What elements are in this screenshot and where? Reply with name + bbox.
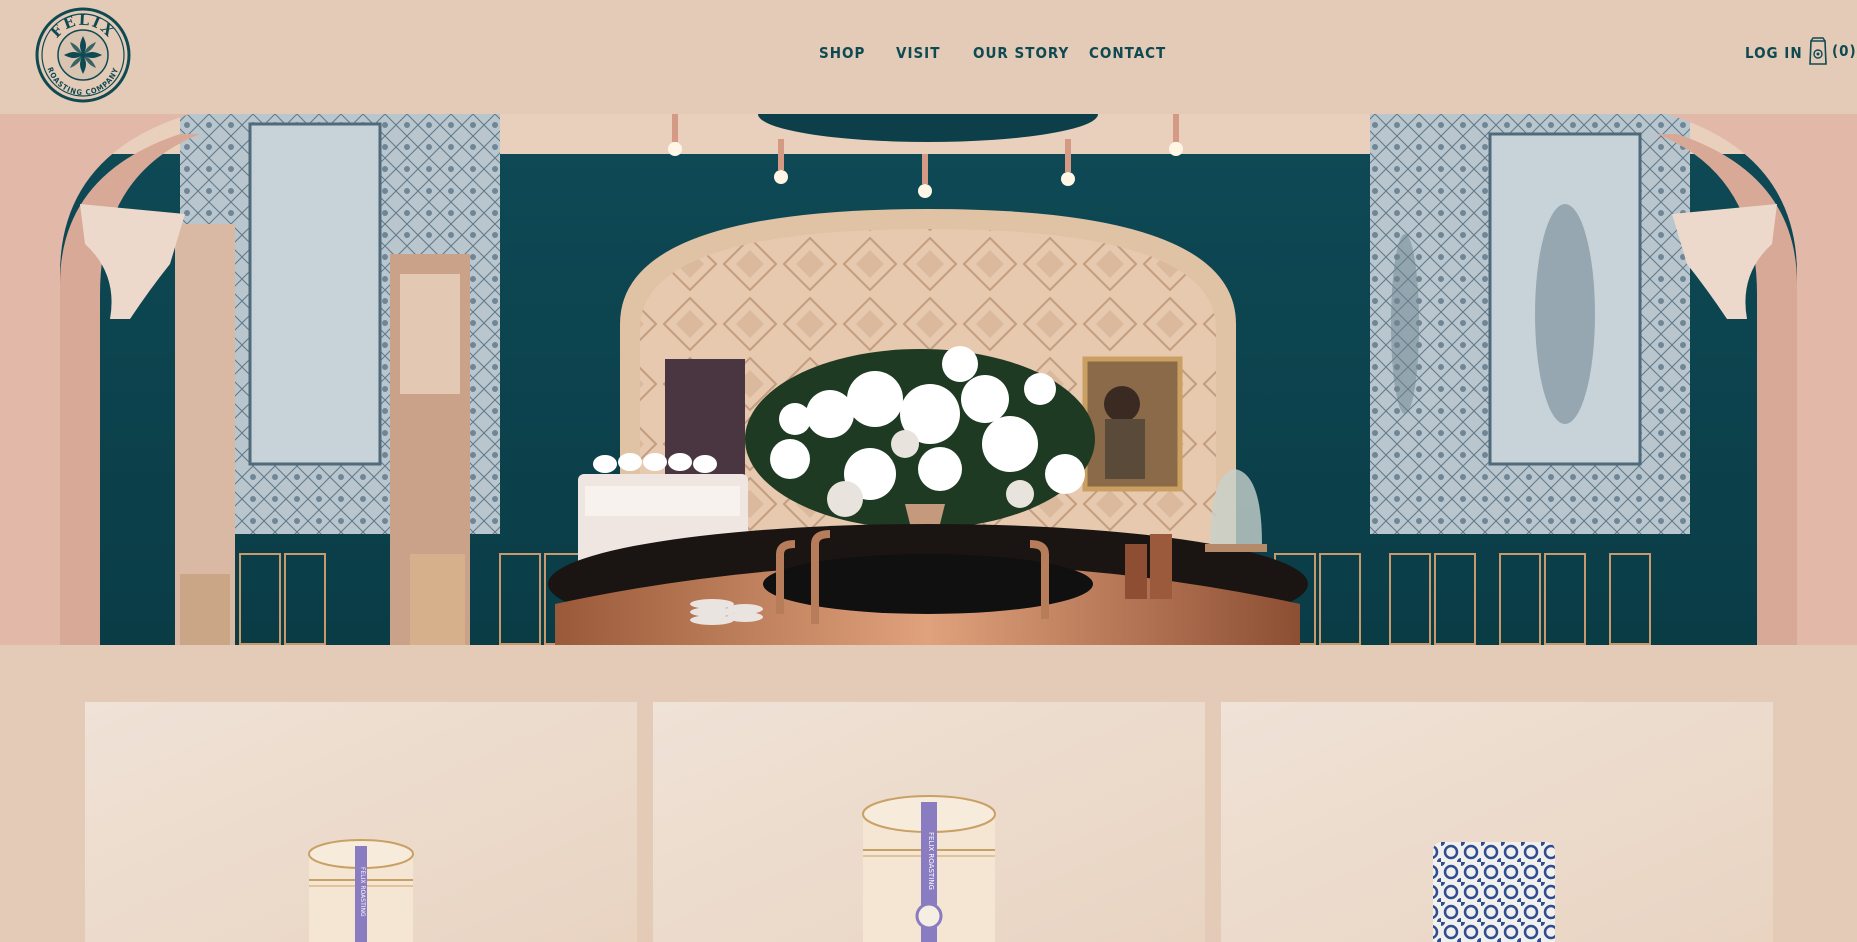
coffee-bag-image	[1221, 702, 1773, 942]
hero-image	[0, 114, 1857, 645]
coffee-tin-image: FELIX ROASTING	[85, 702, 637, 942]
login-link[interactable]: LOG IN	[1745, 44, 1803, 62]
cart-button[interactable]: (0)	[1808, 36, 1857, 66]
main-nav: SHOP VISIT OUR STORY CONTACT	[0, 44, 1857, 66]
coffee-tin-image: FELIX ROASTING	[653, 702, 1205, 942]
tin-label: FELIX ROASTING	[359, 867, 366, 917]
nav-visit[interactable]: VISIT	[896, 44, 940, 62]
coffee-bag-icon	[1809, 37, 1827, 65]
cart-count: (0)	[1832, 42, 1857, 60]
cafe-interior-illustration	[0, 114, 1857, 645]
product-card[interactable]	[1221, 702, 1773, 942]
product-card[interactable]: FELIX ROASTING	[653, 702, 1205, 942]
tin-label: FELIX ROASTING	[927, 832, 935, 890]
product-card[interactable]: FELIX ROASTING	[85, 702, 637, 942]
nav-our-story[interactable]: OUR STORY	[973, 44, 1069, 62]
nav-contact[interactable]: CONTACT	[1089, 44, 1166, 62]
nav-shop[interactable]: SHOP	[819, 44, 865, 62]
site-header: FELIX ROASTING COMPANY SHOP VISIT OUR ST…	[0, 0, 1857, 114]
